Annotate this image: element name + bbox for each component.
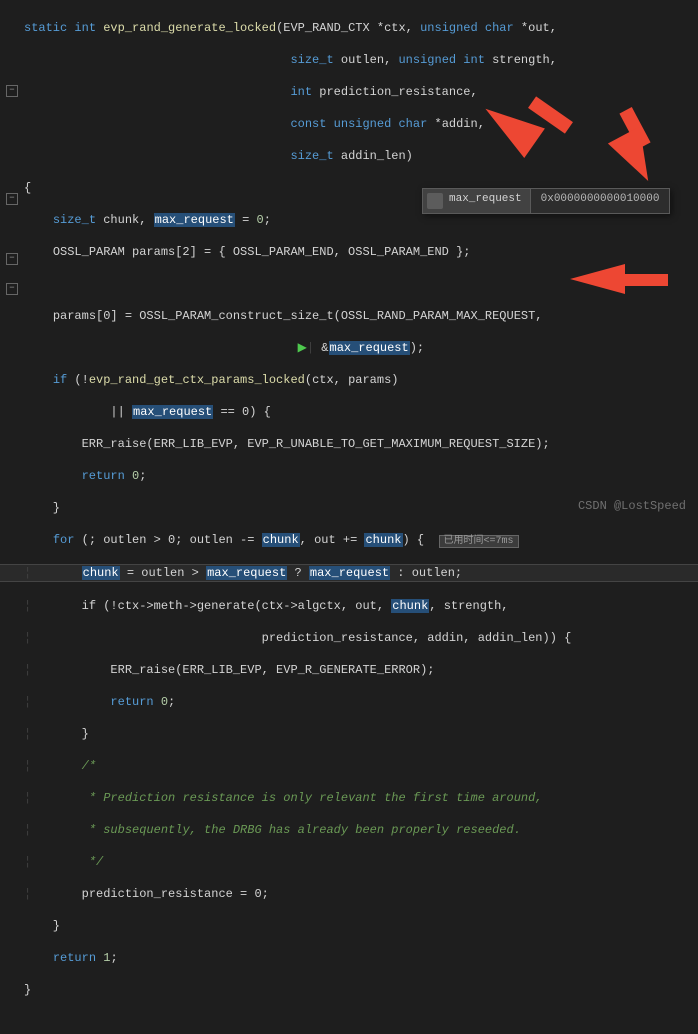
highlight-max-request: max_request (154, 213, 235, 227)
fold-gutter: − − − − (0, 0, 24, 1034)
timing-badge: 已用时间<=7ms (439, 535, 519, 548)
fold-toggle[interactable]: − (6, 283, 18, 295)
fold-toggle[interactable]: − (6, 253, 18, 265)
comment: */ (82, 855, 104, 869)
comment: * subsequently, the DRBG has already bee… (82, 823, 521, 837)
fold-toggle[interactable]: − (6, 85, 18, 97)
watermark: CSDN @LostSpeed (578, 499, 686, 513)
params: (EVP_RAND_CTX *ctx, (276, 21, 420, 35)
pred-reset: prediction_resistance = 0; (82, 887, 269, 901)
highlight-max-request: max_request (206, 566, 287, 580)
variable-icon (427, 193, 443, 209)
code-content[interactable]: static int evp_rand_generate_locked(EVP_… (24, 0, 698, 1034)
highlight-max-request: max_request (309, 566, 390, 580)
params-decl: OSSL_PARAM params[2] = { OSSL_PARAM_END,… (53, 245, 471, 259)
code-editor[interactable]: − − − − static int evp_rand_generate_loc… (0, 0, 698, 1034)
function-name: evp_rand_generate_locked (103, 21, 276, 35)
execution-marker-icon: ▶ (298, 341, 307, 355)
type-int: int (74, 21, 96, 35)
highlight-max-request: max_request (329, 341, 410, 355)
err-raise: ERR_raise(ERR_LIB_EVP, EVP_R_GENERATE_ER… (110, 663, 434, 677)
highlight-max-request: max_request (132, 405, 213, 419)
comment: * Prediction resistance is only relevant… (82, 791, 543, 805)
tooltip-variable-value: 0x0000000000010000 (530, 189, 670, 213)
tooltip-variable-name: max_request (447, 189, 530, 213)
debug-tooltip: max_request 0x0000000000010000 (422, 188, 670, 214)
err-raise: ERR_raise(ERR_LIB_EVP, EVP_R_UNABLE_TO_G… (82, 437, 550, 451)
fold-toggle[interactable]: − (6, 193, 18, 205)
construct-call: params[0] = OSSL_PARAM_construct_size_t(… (53, 309, 543, 323)
current-execution-line: ¦ chunk = outlen > max_request ? max_req… (0, 564, 698, 582)
keyword-static: static (24, 21, 67, 35)
comment: /* (82, 759, 96, 773)
